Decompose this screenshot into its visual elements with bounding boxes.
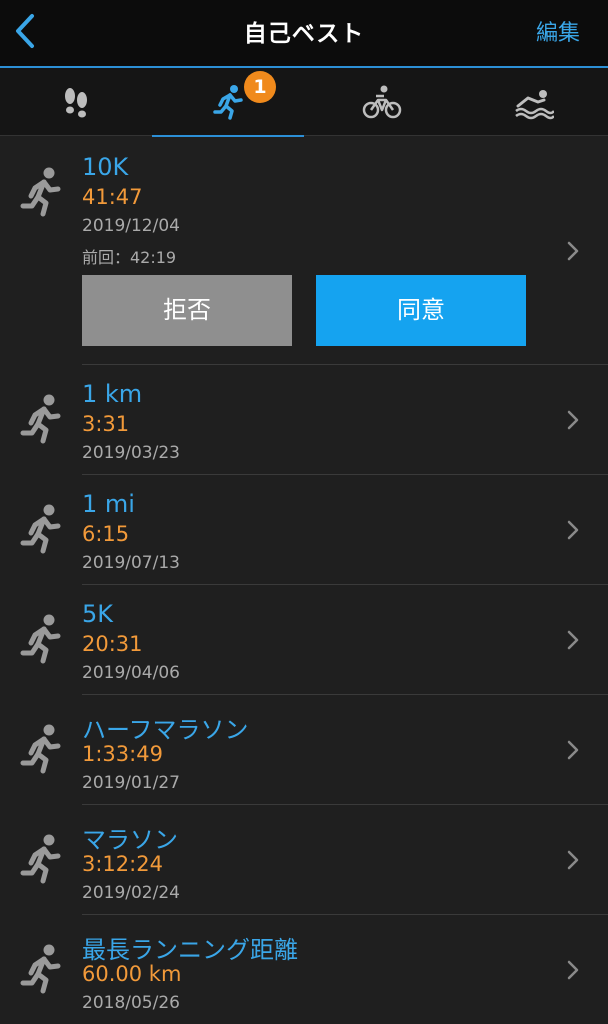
reject-button[interactable]: 拒否	[82, 275, 292, 346]
record-value: 6:15	[82, 522, 130, 546]
record-date: 2019/03/23	[82, 443, 180, 463]
record-label: 最長ランニング距離	[82, 936, 298, 964]
record-value: 20:31	[82, 632, 143, 656]
record-row-half-marathon[interactable]: ハーフマラソン 1:33:49 2019/01/27	[0, 695, 608, 805]
runner-icon	[20, 394, 61, 444]
record-row-1km[interactable]: 1 km 3:31 2019/03/23	[0, 365, 608, 475]
swim-icon	[515, 90, 554, 120]
record-label: 5K	[82, 600, 114, 628]
chevron-right-icon	[567, 630, 579, 650]
record-row-marathon[interactable]: マラソン 3:12:24 2019/02/24	[0, 805, 608, 915]
record-label: 10K	[82, 153, 129, 181]
chevron-right-icon	[567, 410, 579, 430]
chevron-right-icon	[567, 520, 579, 540]
record-value: 60.00 km	[82, 962, 182, 986]
footsteps-icon	[65, 88, 87, 118]
notification-badge: 1	[244, 71, 276, 103]
record-date: 2019/04/06	[82, 663, 180, 683]
record-date: 2019/12/04	[82, 216, 180, 236]
tab-running[interactable]: 1	[152, 68, 304, 137]
runner-icon	[20, 614, 61, 664]
bike-icon	[362, 85, 402, 119]
record-row-1mi[interactable]: 1 mi 6:15 2019/07/13	[0, 475, 608, 585]
previous-record: 前回：42:19	[82, 248, 177, 267]
record-value: 3:31	[82, 412, 130, 436]
runner-icon	[20, 167, 61, 217]
runner-icon	[20, 834, 61, 884]
runner-icon	[20, 504, 61, 554]
record-value: 3:12:24	[82, 852, 163, 876]
record-row-10k[interactable]: 10K 41:47 2019/12/04 前回：42:19 拒否 同意	[0, 137, 608, 365]
chevron-right-icon	[567, 960, 579, 980]
page-title: 自己ベスト	[243, 21, 365, 47]
record-label: 1 mi	[82, 490, 135, 518]
runner-icon	[20, 944, 61, 994]
navigation-bar: 自己ベスト 編集	[0, 0, 608, 66]
tab-cycling[interactable]	[304, 68, 456, 136]
record-label: 1 km	[82, 380, 143, 408]
chevron-right-icon	[567, 740, 579, 760]
runner-icon	[20, 724, 61, 774]
record-date: 2019/02/24	[82, 883, 180, 903]
tab-swimming[interactable]	[456, 68, 608, 136]
accept-button[interactable]: 同意	[316, 275, 526, 346]
record-date: 2019/01/27	[82, 773, 180, 793]
record-date: 2018/05/26	[82, 993, 180, 1013]
tab-steps[interactable]	[0, 68, 152, 136]
sport-tab-bar: 1	[0, 66, 608, 137]
records-list: 10K 41:47 2019/12/04 前回：42:19 拒否 同意 1 km…	[0, 137, 608, 1024]
edit-button[interactable]: 編集	[536, 15, 580, 47]
record-date: 2019/07/13	[82, 553, 180, 573]
record-label: ハーフマラソン	[82, 716, 249, 744]
record-row-longest-run[interactable]: 最長ランニング距離 60.00 km 2018/05/26	[0, 915, 608, 1024]
chevron-right-icon	[567, 241, 579, 261]
record-value: 1:33:49	[82, 742, 163, 766]
record-label: マラソン	[82, 826, 178, 854]
running-icon	[213, 85, 243, 120]
chevron-right-icon	[567, 850, 579, 870]
record-value: 41:47	[82, 185, 143, 209]
record-row-5k[interactable]: 5K 20:31 2019/04/06	[0, 585, 608, 695]
